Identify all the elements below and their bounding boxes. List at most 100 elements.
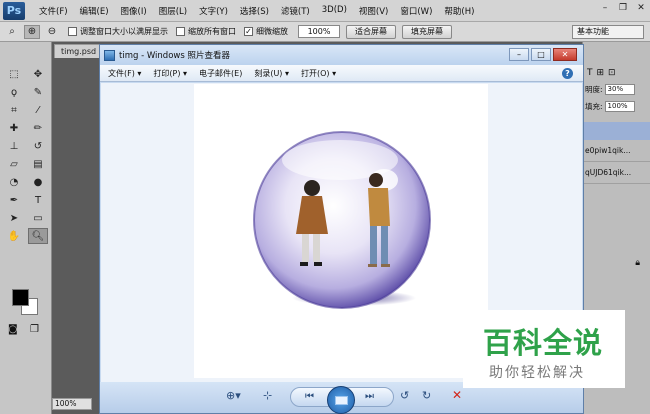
ps-toolbar: ⬚ ✥ ϙ ✎ ⌗ ⁄ ✚ ✏ ⊥ ↺ ▱ ▤ ◔ ● ✒ T ➤ ▭ ✋ 🔍︎… <box>0 42 52 414</box>
ps-main-menu: 文件(F) 编辑(E) 图像(I) 图层(L) 文字(Y) 选择(S) 滤镜(T… <box>33 5 480 17</box>
opacity-field[interactable]: 30% <box>604 84 635 95</box>
viewer-menu-bar: 文件(F) ▾ 打印(P) ▾ 电子邮件(E) 刻录(U) ▾ 打开(O) ▾ <box>100 65 583 82</box>
menu-edit[interactable]: 编辑(E) <box>74 5 115 17</box>
crystal-ball-image <box>253 131 431 309</box>
tool-grid: ⬚ ✥ ϙ ✎ ⌗ ⁄ ✚ ✏ ⊥ ↺ ▱ ▤ ◔ ● ✒ T ➤ ▭ ✋ 🔍︎ <box>0 42 51 244</box>
rotate-ccw-icon[interactable]: ↺ <box>400 389 409 402</box>
layer-row[interactable]: e0piw1qik... <box>583 140 650 162</box>
history-brush-icon[interactable]: ↺ <box>28 138 48 154</box>
fill-row: 填充: 100% <box>583 101 650 112</box>
fill-screen-button[interactable]: 填充屏幕 <box>402 24 452 39</box>
photo-viewer-app-icon <box>104 49 115 61</box>
displayed-photo <box>194 84 488 378</box>
menu-help[interactable]: 帮助(H) <box>438 5 480 17</box>
slideshow-icon <box>334 395 348 405</box>
menu-layer[interactable]: 图层(L) <box>153 5 193 17</box>
zoom-out-icon[interactable]: ⊖ <box>44 25 60 39</box>
hand-tool-icon[interactable]: ✋ <box>4 228 24 244</box>
watermark-subtitle: 助你轻松解决 <box>489 365 585 381</box>
viewer-menu-print[interactable]: 打印(P) ▾ <box>153 68 187 79</box>
viewer-maximize-icon[interactable]: □ <box>531 48 551 61</box>
menu-image[interactable]: 图像(I) <box>115 5 153 17</box>
watermark-title: 百科全说 <box>483 326 604 360</box>
fx-icon[interactable]: ⊡ <box>608 68 616 78</box>
layer-row[interactable]: qUJD61qik... <box>583 162 650 184</box>
zoom-in-icon[interactable]: ⊕ <box>24 24 40 39</box>
menu-type[interactable]: 文字(Y) <box>193 5 234 17</box>
help-icon[interactable]: ? <box>562 68 573 79</box>
ps-logo: Ps <box>3 1 25 20</box>
blur-tool-icon[interactable]: ◔ <box>4 174 24 190</box>
gradient-tool-icon[interactable]: ▤ <box>28 156 48 172</box>
panel-lock-tools: T ⊞ ⊡ <box>583 42 650 78</box>
ps-menu-bar: Ps 文件(F) 编辑(E) 图像(I) 图层(L) 文字(Y) 选择(S) 滤… <box>0 0 650 22</box>
watermark-logo: 百科全说 助你轻松解决 <box>463 310 625 388</box>
viewer-menu-burn[interactable]: 刻录(U) ▾ <box>254 68 289 79</box>
zoom-level-field[interactable]: 100% <box>52 398 92 410</box>
type-tool-icon[interactable]: T <box>28 192 48 208</box>
foreground-color-swatch[interactable] <box>12 289 29 306</box>
checkbox-box[interactable] <box>176 27 185 36</box>
fill-field[interactable]: 100% <box>604 101 635 112</box>
resize-windows-checkbox[interactable]: 调整窗口大小以满屏显示 <box>68 26 168 37</box>
minimize-icon[interactable]: – <box>600 3 610 13</box>
viewer-close-icon[interactable]: ✕ <box>553 48 577 61</box>
actual-pixels-button[interactable]: 100% <box>298 25 340 38</box>
eyedropper-tool-icon[interactable]: ⁄ <box>28 102 48 118</box>
zoom-all-checkbox[interactable]: 缩放所有窗口 <box>176 26 236 37</box>
navigation-pill: ⏮ ⏭ <box>290 386 394 414</box>
move-tool-icon[interactable]: ✥ <box>28 66 48 82</box>
healing-brush-icon[interactable]: ✚ <box>4 120 24 136</box>
zoom-tool-preset-icon[interactable]: ⌕ <box>4 25 20 39</box>
zoom-all-label: 缩放所有窗口 <box>188 27 236 36</box>
scrubby-zoom-label: 细微缩放 <box>256 27 288 36</box>
fill-label: 填充: <box>585 102 603 111</box>
next-icon[interactable]: ⏭ <box>365 391 374 402</box>
checkbox-box-checked[interactable]: ✓ <box>244 27 253 36</box>
resize-windows-label: 调整窗口大小以满屏显示 <box>80 27 168 36</box>
brush-tool-icon[interactable]: ✏ <box>28 120 48 136</box>
menu-window[interactable]: 窗口(W) <box>394 5 438 17</box>
menu-3d[interactable]: 3D(D) <box>316 5 353 17</box>
lasso-tool-icon[interactable]: ϙ <box>4 84 24 100</box>
dodge-tool-icon[interactable]: ● <box>28 174 48 190</box>
path-select-tool-icon[interactable]: ➤ <box>4 210 24 226</box>
menu-filter[interactable]: 滤镜(T) <box>275 5 316 17</box>
rotate-cw-icon[interactable]: ↻ <box>422 389 431 402</box>
menu-view[interactable]: 视图(V) <box>353 5 394 17</box>
type-icon[interactable]: T <box>587 68 593 78</box>
actual-size-icon[interactable]: ⊹ <box>263 389 272 402</box>
shape-tool-icon[interactable]: ▭ <box>28 210 48 226</box>
menu-select[interactable]: 选择(S) <box>234 5 275 17</box>
clone-stamp-icon[interactable]: ⊥ <box>4 138 24 154</box>
slideshow-button[interactable] <box>327 386 355 414</box>
zoom-icon[interactable]: ⊕▾ <box>226 389 241 402</box>
marquee-tool-icon[interactable]: ⬚ <box>4 66 24 82</box>
pen-tool-icon[interactable]: ✒ <box>4 192 24 208</box>
delete-icon[interactable]: ✕ <box>452 388 462 402</box>
quick-mask-icon[interactable]: ◙ <box>8 324 18 335</box>
viewer-window-controls: – □ ✕ <box>509 48 577 61</box>
scrubby-zoom-checkbox[interactable]: ✓ 细微缩放 <box>244 26 288 37</box>
lock-icon: 🔒︎ <box>635 258 640 268</box>
screen-mode-icon[interactable]: ❐ <box>30 324 39 335</box>
eraser-tool-icon[interactable]: ▱ <box>4 156 24 172</box>
layer-row-selected[interactable] <box>583 122 650 140</box>
restore-icon[interactable]: ❐ <box>618 3 628 13</box>
viewer-title: timg - Windows 照片查看器 <box>119 51 230 61</box>
link-icon[interactable]: ⊞ <box>597 68 605 78</box>
checkbox-box[interactable] <box>68 27 77 36</box>
zoom-tool-icon[interactable]: 🔍︎ <box>28 228 48 244</box>
viewer-menu-email[interactable]: 电子邮件(E) <box>199 68 242 79</box>
previous-icon[interactable]: ⏮ <box>305 391 314 402</box>
viewer-minimize-icon[interactable]: – <box>509 48 529 61</box>
quick-select-tool-icon[interactable]: ✎ <box>28 84 48 100</box>
viewer-menu-file[interactable]: 文件(F) ▾ <box>108 68 141 79</box>
viewer-menu-open[interactable]: 打开(O) ▾ <box>301 68 336 79</box>
close-icon[interactable]: ✕ <box>636 3 646 13</box>
crop-tool-icon[interactable]: ⌗ <box>4 102 24 118</box>
workspace-select[interactable]: 基本功能 <box>572 25 644 39</box>
ps-options-bar: ⌕ ⊕ ⊖ 调整窗口大小以满屏显示 缩放所有窗口 ✓ 细微缩放 100% 适合屏… <box>0 22 650 42</box>
fit-screen-button[interactable]: 适合屏幕 <box>346 24 396 39</box>
menu-file[interactable]: 文件(F) <box>33 5 74 17</box>
